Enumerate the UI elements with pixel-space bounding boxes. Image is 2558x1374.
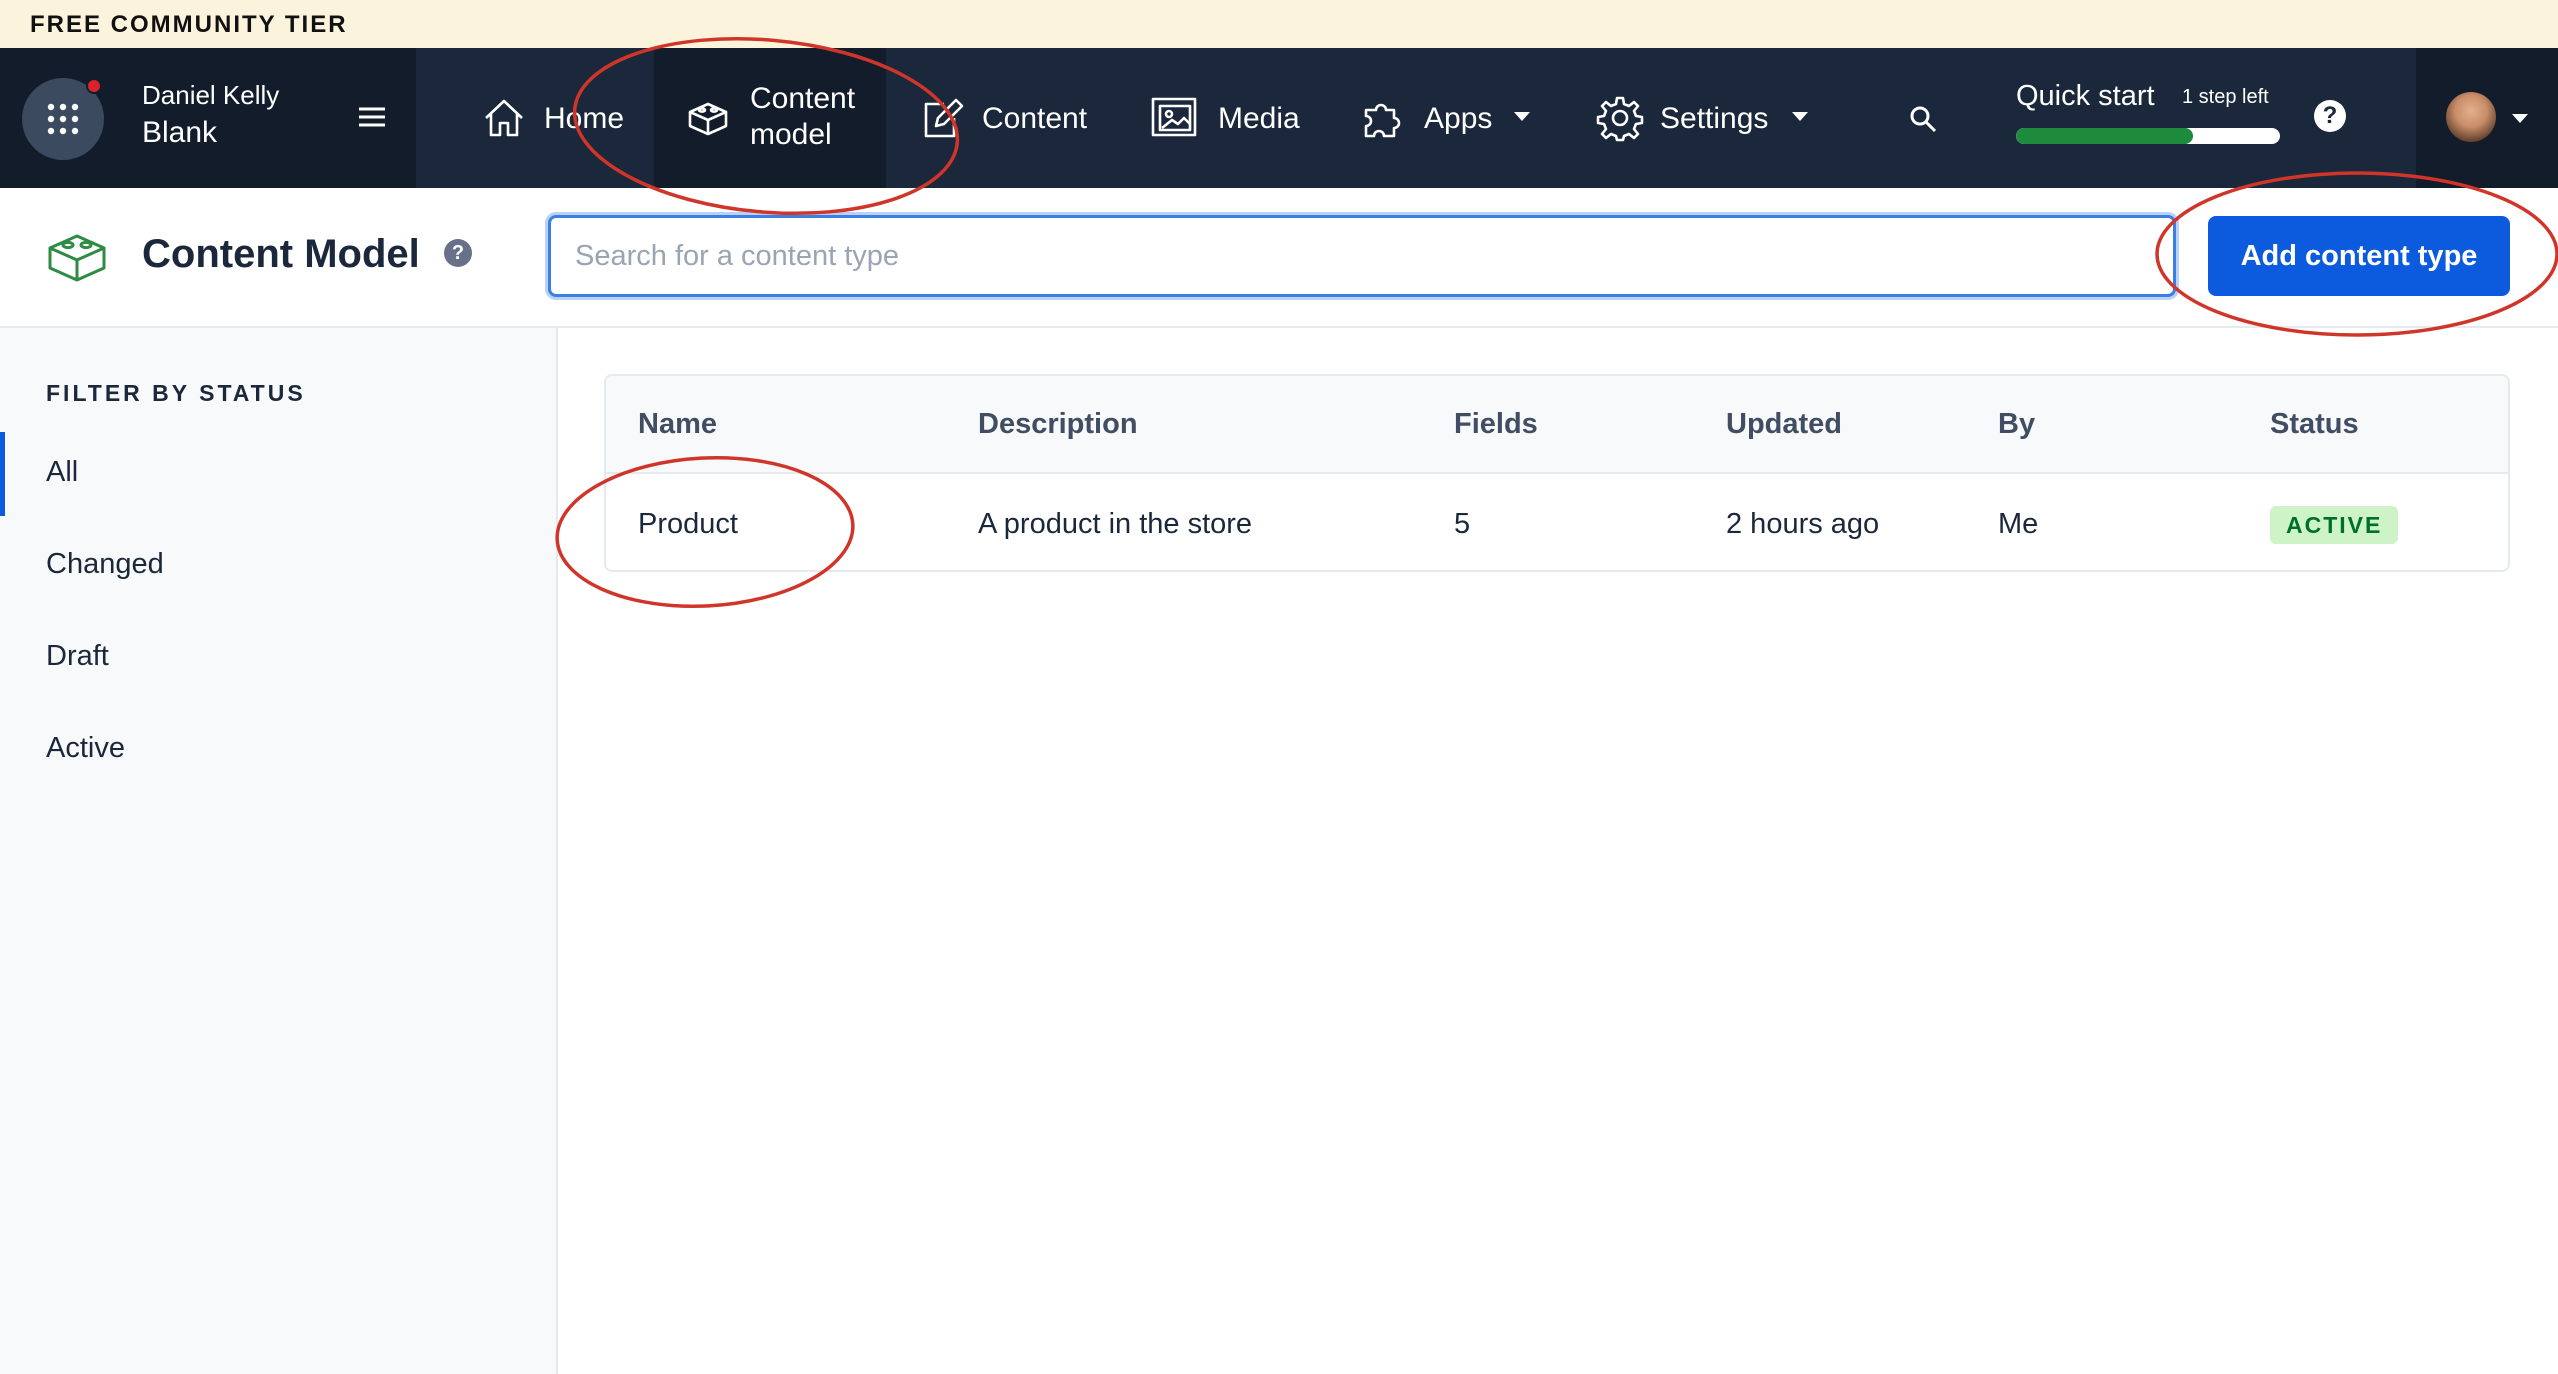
nav-content-model-label-line1: Content — [750, 82, 856, 115]
row-description: A product in the store — [978, 508, 1253, 540]
nav-content-model[interactable]: Content model — [654, 48, 886, 188]
filter-all[interactable]: All — [0, 432, 556, 516]
filter-heading: FILTER BY STATUS — [46, 380, 306, 406]
quick-start-label: Quick start — [2016, 80, 2155, 112]
nav-home-label: Home — [544, 102, 625, 135]
filter-active[interactable]: Active — [0, 708, 556, 792]
help-icon[interactable]: ? — [444, 239, 472, 267]
home-icon — [485, 99, 523, 137]
filter-draft-label: Draft — [46, 640, 109, 672]
quick-start-progress-fill — [2016, 128, 2193, 144]
nav-content-model-label-line2: model — [750, 118, 832, 151]
add-content-type-button[interactable]: Add content type — [2208, 216, 2510, 296]
row-name[interactable]: Product — [638, 508, 738, 541]
search-icon[interactable] — [1908, 104, 1938, 134]
column-header-status: Status — [2270, 408, 2359, 440]
row-fields: 5 — [1454, 508, 1471, 540]
apps-icon — [1364, 103, 1401, 138]
avatar[interactable] — [2446, 92, 2496, 142]
nav-apps-label: Apps — [1424, 102, 1493, 135]
help-icon[interactable]: ? — [2314, 100, 2346, 132]
row-by: Me — [1998, 508, 2039, 540]
page-title: Content Model — [142, 232, 420, 276]
status-badge: ACTIVE — [2270, 506, 2399, 544]
filter-changed-label: Changed — [46, 548, 164, 580]
chevron-down-icon — [1514, 112, 1530, 121]
column-header-description: Description — [978, 408, 1138, 440]
filter-active-label: Active — [46, 732, 125, 764]
page-header: Content Model ? Add content type — [0, 188, 2558, 328]
tier-banner: FREE COMMUNITY TIER — [0, 0, 2558, 48]
table-row[interactable]: Product A product in the store 5 2 hours… — [606, 474, 2508, 570]
nav-settings[interactable]: Settings — [1590, 48, 1820, 188]
nav-apps[interactable]: Apps — [1350, 48, 1550, 188]
grid-icon — [47, 103, 79, 135]
status-filter-sidebar: FILTER BY STATUS All Changed Draft Activ… — [0, 328, 558, 1374]
space-org-name: Daniel Kelly — [142, 80, 280, 110]
account-menu[interactable] — [2416, 48, 2558, 188]
nav-settings-label: Settings — [1660, 102, 1769, 135]
top-navigation: Daniel Kelly Blank Home Content model Co… — [0, 48, 2558, 188]
content-types-table: Name Description Fields Updated By Statu… — [604, 374, 2510, 572]
row-updated: 2 hours ago — [1726, 508, 1880, 540]
quick-start-steps-left: 1 step left — [2182, 86, 2269, 108]
content-model-icon — [48, 234, 106, 282]
space-environment-name: Blank — [142, 116, 218, 149]
content-icon — [924, 98, 964, 138]
column-header-fields: Fields — [1454, 408, 1538, 440]
media-icon — [1151, 97, 1197, 137]
nav-media[interactable]: Media — [1136, 48, 1316, 188]
notification-dot — [86, 78, 102, 94]
filter-changed[interactable]: Changed — [0, 524, 556, 608]
nav-home[interactable]: Home — [460, 48, 640, 188]
tier-banner-text: FREE COMMUNITY TIER — [30, 11, 348, 38]
chevron-down-icon — [2512, 114, 2528, 123]
content-model-icon — [688, 102, 728, 136]
space-switcher[interactable]: Daniel Kelly Blank — [0, 48, 416, 188]
column-header-by: By — [1998, 408, 2036, 440]
gear-icon — [1596, 96, 1644, 142]
content-type-search-input[interactable] — [548, 215, 2176, 297]
nav-content-label: Content — [982, 102, 1088, 135]
column-header-name[interactable]: Name — [638, 408, 717, 441]
table-header: Name Description Fields Updated By Statu… — [606, 376, 2508, 474]
nav-content[interactable]: Content — [900, 48, 1100, 188]
chevron-down-icon — [1792, 112, 1808, 121]
filter-draft[interactable]: Draft — [0, 616, 556, 700]
hamburger-menu-icon[interactable] — [357, 105, 387, 129]
column-header-updated[interactable]: Updated — [1726, 408, 1842, 441]
quick-start-progress-bar — [2016, 128, 2280, 144]
nav-media-label: Media — [1218, 102, 1300, 135]
filter-all-label: All — [46, 456, 79, 488]
